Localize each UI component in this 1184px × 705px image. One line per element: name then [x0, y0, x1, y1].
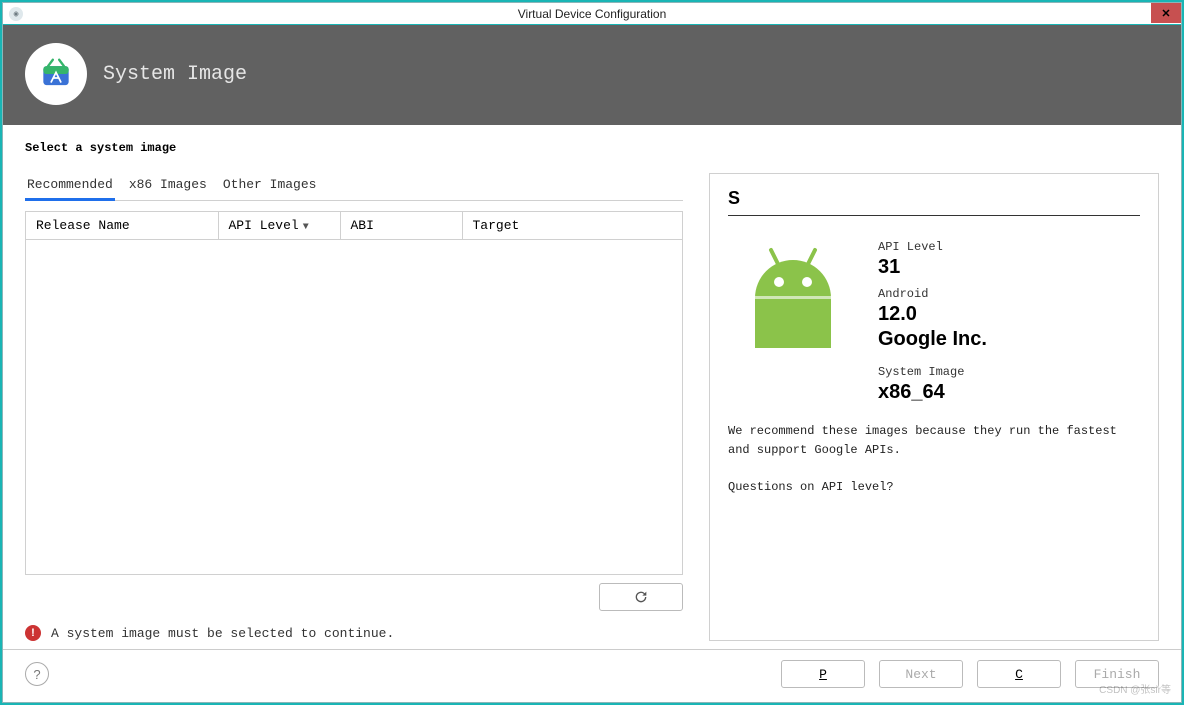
- error-icon: !: [25, 625, 41, 641]
- chevron-down-icon: ▼: [303, 222, 309, 233]
- refresh-icon: [633, 589, 649, 605]
- column-api-level[interactable]: API Level▼: [218, 212, 340, 240]
- system-image-table: Release Name API Level▼ ABI Target: [25, 211, 683, 575]
- tabs: Recommended x86 Images Other Images: [25, 173, 683, 201]
- page-title: System Image: [103, 63, 247, 86]
- help-button[interactable]: ?: [25, 662, 49, 686]
- wizard-header: System Image: [3, 25, 1181, 125]
- column-abi[interactable]: ABI: [340, 212, 462, 240]
- next-button[interactable]: Next: [879, 660, 963, 688]
- error-text: A system image must be selected to conti…: [51, 626, 394, 641]
- title-bar: ◉ Virtual Device Configuration ✕: [3, 3, 1181, 25]
- details-panel: S API Level: [709, 173, 1159, 641]
- error-banner: ! A system image must be selected to con…: [25, 625, 683, 641]
- footer: ? P Next C Finish: [3, 649, 1181, 702]
- android-label: Android: [878, 287, 1140, 301]
- details-heading: S: [728, 188, 1140, 216]
- watermark: CSDN @张sir等: [1099, 681, 1171, 696]
- column-target[interactable]: Target: [462, 212, 682, 240]
- subtitle: Select a system image: [25, 141, 1159, 155]
- api-level-label: API Level: [878, 240, 1140, 254]
- android-value: 12.0: [878, 303, 1140, 326]
- refresh-button[interactable]: [599, 583, 683, 611]
- system-image-label: System Image: [878, 365, 1140, 379]
- system-image-value: x86_64: [878, 381, 1140, 404]
- api-level-question-link[interactable]: Questions on API level?: [728, 478, 1140, 497]
- android-icon: [728, 232, 858, 352]
- cancel-button[interactable]: C: [977, 660, 1061, 688]
- vendor-value: Google Inc.: [878, 328, 1140, 351]
- wizard-icon: [25, 43, 87, 105]
- recommendation-note: We recommend these images because they r…: [728, 422, 1140, 460]
- tab-recommended[interactable]: Recommended: [25, 173, 115, 200]
- api-level-value: 31: [878, 256, 1140, 279]
- window-title: Virtual Device Configuration: [3, 7, 1181, 21]
- close-button[interactable]: ✕: [1151, 3, 1181, 23]
- tab-other-images[interactable]: Other Images: [221, 173, 319, 200]
- window-frame: ◉ Virtual Device Configuration ✕ System …: [2, 2, 1182, 703]
- column-release-name[interactable]: Release Name: [26, 212, 218, 240]
- previous-button[interactable]: P: [781, 660, 865, 688]
- tab-x86-images[interactable]: x86 Images: [127, 173, 209, 200]
